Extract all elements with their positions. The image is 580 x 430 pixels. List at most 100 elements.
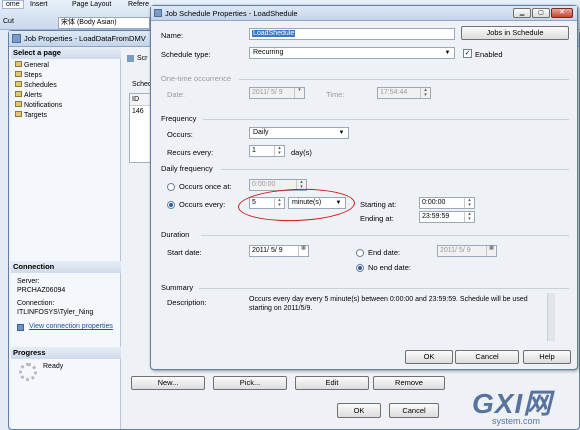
occurs-select[interactable]: Daily ▼ [249, 127, 349, 139]
grid-row[interactable]: 146 [130, 106, 152, 117]
page-icon [15, 81, 22, 87]
recurs-unit: day(s) [291, 148, 312, 157]
minimize-button[interactable]: ▁ [513, 8, 531, 18]
page-item-general[interactable]: General [15, 61, 115, 71]
occurs-every-label: Occurs every: [179, 200, 226, 209]
spin-arrows-icon: ▴ ▾ [464, 212, 474, 222]
start-date-label: Start date: [167, 248, 202, 257]
ribbon-tab-home[interactable]: ome [2, 0, 24, 9]
no-end-date-label: No end date: [368, 263, 411, 272]
view-connection-properties-link[interactable]: View connection properties [29, 323, 113, 330]
starting-value: 0:00:00 [422, 199, 446, 206]
name-value: LoadShedule [252, 30, 296, 37]
page-label: Steps [24, 72, 42, 79]
page-item-alerts[interactable]: Alerts [15, 91, 115, 101]
ribbon-tab-references[interactable]: Refere [128, 1, 149, 8]
onetime-date-value: 2011/ 5/ 9 [252, 89, 283, 96]
enabled-label: Enabled [475, 50, 503, 59]
window-icon [12, 34, 21, 43]
description-scrollbar[interactable] [547, 293, 555, 341]
occurs-once-radio[interactable] [167, 183, 175, 191]
remove-schedule-button[interactable]: Remove [373, 376, 445, 390]
starting-at-input[interactable]: 0:00:00 ▴ ▾ [419, 197, 475, 209]
start-date-picker[interactable]: 2011/ 5/ 9 ▦ [249, 245, 309, 257]
schedule-help-button[interactable]: Help [523, 350, 571, 364]
recurs-value: 1 [252, 147, 256, 154]
script-button-fragment[interactable]: Scr [137, 55, 148, 62]
highlight-circle-annotation [237, 186, 356, 224]
enabled-checkbox[interactable]: ✓ [463, 49, 472, 58]
page-list: General Steps Schedules Alerts Notificat… [15, 61, 115, 121]
select-page-header: Select a page [11, 47, 121, 59]
ending-value: 23:59:59 [422, 213, 450, 220]
dropdown-arrow-icon: ▼ [444, 50, 451, 56]
start-date-value: 2011/ 5/ 9 [252, 247, 283, 254]
daily-frequency-header: Daily frequency [161, 164, 213, 173]
schedule-ok-button[interactable]: OK [405, 350, 453, 364]
calendar-dropdown-icon: ▦ [486, 246, 496, 256]
onetime-header: One-time occurrence [161, 74, 232, 83]
duration-separator [201, 235, 569, 236]
spin-arrows-icon: ▴ ▾ [274, 146, 284, 156]
progress-status: Ready [43, 363, 64, 370]
end-date-picker[interactable]: 2011/ 5/ 9 ▦ [437, 245, 497, 257]
new-schedule-button[interactable]: New... [131, 376, 205, 390]
page-icon [15, 111, 22, 117]
schedule-titlebar: Job Schedule Properties - LoadShedule ▁ … [151, 6, 577, 21]
pick-schedule-button[interactable]: Pick... [213, 376, 287, 390]
page-selector-pane: Select a page General Steps Schedules Al… [11, 47, 121, 429]
description-text: Occurs every day every 5 minute(s) betwe… [249, 295, 545, 339]
progress-header: Progress [11, 347, 121, 359]
edit-schedule-button[interactable]: Edit [295, 376, 369, 390]
ribbon-tab-page-layout[interactable]: Page Layout [72, 1, 111, 8]
close-button[interactable]: ✕ [551, 8, 573, 18]
page-label: Alerts [24, 92, 42, 99]
job-cancel-button[interactable]: Cancel [389, 403, 439, 418]
font-combo[interactable]: 宋体 (Body Asian) [58, 17, 150, 29]
schedule-type-value: Recurring [253, 49, 284, 56]
name-input[interactable]: LoadShedule [249, 28, 455, 40]
page-item-notifications[interactable]: Notifications [15, 101, 115, 111]
daily-frequency-separator [221, 169, 569, 170]
recurs-stepper[interactable]: 1 ▴ ▾ [249, 145, 285, 157]
server-label: Server: [17, 278, 40, 285]
cut-button[interactable]: Cut [3, 18, 14, 25]
ending-at-label: Ending at: [360, 214, 394, 223]
name-label: Name: [161, 31, 184, 40]
schedule-type-select[interactable]: Recurring ▼ [249, 47, 455, 59]
page-item-targets[interactable]: Targets [15, 111, 115, 121]
spin-arrows-icon: ▴ ▾ [464, 198, 474, 208]
occurs-once-label: Occurs once at: [179, 182, 232, 191]
script-icon [127, 55, 134, 62]
ending-at-input[interactable]: 23:59:59 ▴ ▾ [419, 211, 475, 223]
recurs-label: Recurs every: [167, 148, 214, 157]
connection-properties-icon [17, 324, 24, 331]
page-icon [15, 91, 22, 97]
occurs-value: Daily [253, 129, 269, 136]
page-item-schedules[interactable]: Schedules [15, 81, 115, 91]
end-date-value: 2011/ 5/ 9 [440, 247, 471, 254]
onetime-date-input[interactable]: 2011/ 5/ 9 ▾ [249, 87, 305, 99]
connection-header: Connection [11, 261, 121, 273]
once-time-value: 0:00:00 [252, 181, 276, 188]
server-value: PRCHAZ06094 [17, 287, 66, 294]
page-item-steps[interactable]: Steps [15, 71, 115, 81]
schedule-cancel-button[interactable]: Cancel [455, 350, 519, 364]
page-label: Notifications [24, 102, 63, 109]
calendar-dropdown-icon: ▦ [298, 246, 308, 256]
ribbon-tab-insert[interactable]: Insert [30, 1, 48, 8]
frequency-separator [203, 119, 569, 120]
schedule-list-label-fragment: Sched [132, 81, 152, 88]
page-label: Targets [24, 112, 47, 119]
description-label: Description: [167, 298, 207, 307]
onetime-time-input[interactable]: 17:54:44 ▴ ▾ [377, 87, 431, 99]
jobs-in-schedule-button[interactable]: Jobs in Schedule [461, 26, 569, 40]
job-ok-button[interactable]: OK [337, 403, 381, 418]
no-end-date-radio[interactable] [356, 264, 364, 272]
dropdown-arrow-icon: ▼ [338, 130, 345, 136]
maximize-button[interactable]: ▢ [532, 8, 550, 18]
progress-spinner-icon [19, 363, 37, 381]
end-date-radio[interactable] [356, 249, 364, 257]
page-label: Schedules [24, 82, 57, 89]
occurs-every-radio[interactable] [167, 201, 175, 209]
